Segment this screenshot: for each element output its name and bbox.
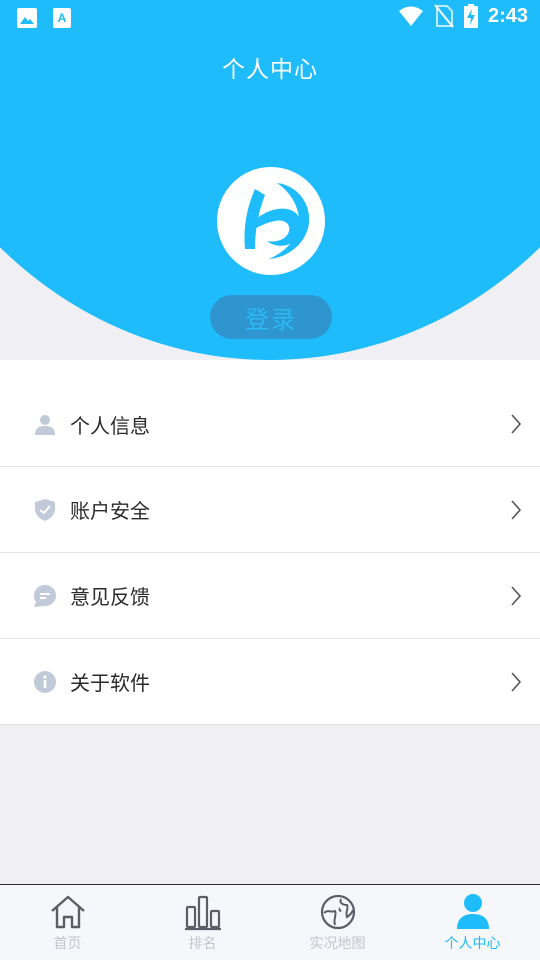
- menu-item-profile-info[interactable]: 个人信息: [0, 382, 540, 467]
- menu-item-label: 关于软件: [70, 671, 150, 695]
- tab-label: 首页: [53, 936, 82, 952]
- shield-icon: [35, 498, 55, 521]
- menu-item-label: 账户安全: [70, 499, 150, 523]
- info-icon: [34, 670, 56, 693]
- no-sim-icon: [434, 4, 454, 28]
- battery-charging-icon: [463, 4, 478, 28]
- wifi-icon: [398, 6, 423, 26]
- tab-label: 个人中心: [444, 936, 501, 952]
- chevron-right-icon: [511, 499, 522, 520]
- feedback-icon: [34, 584, 56, 607]
- login-button[interactable]: 登录: [210, 295, 332, 339]
- chevron-right-icon: [511, 585, 522, 606]
- svg-text:A: A: [58, 11, 67, 25]
- tab-live-map[interactable]: 实况地图: [270, 885, 405, 960]
- home-icon: [50, 895, 85, 929]
- tab-home[interactable]: 首页: [0, 885, 135, 960]
- menu-item-label: 意见反馈: [70, 585, 150, 609]
- text-notification-icon: A: [53, 8, 71, 28]
- app-logo-icon: [244, 183, 310, 259]
- settings-menu: 个人信息 账户安全 意见反馈 关于软件: [0, 382, 540, 725]
- bar-chart-icon: [184, 895, 221, 931]
- globe-icon: [320, 894, 355, 930]
- user-icon: [35, 415, 55, 435]
- app-logo: [217, 167, 325, 275]
- bottom-tab-bar: 首页 排名 实况地图 个人中心: [0, 884, 540, 960]
- chevron-right-icon: [511, 671, 522, 692]
- profile-header: A 2:43 个人中心 登录: [0, 0, 540, 360]
- menu-item-feedback[interactable]: 意见反馈: [0, 553, 540, 639]
- tab-label: 实况地图: [309, 936, 366, 952]
- menu-item-account-security[interactable]: 账户安全: [0, 467, 540, 553]
- tab-ranking[interactable]: 排名: [135, 885, 270, 960]
- tab-profile[interactable]: 个人中心: [405, 885, 540, 960]
- page-title: 个人中心: [222, 57, 318, 83]
- tab-label: 排名: [188, 936, 217, 952]
- status-bar: A 2:43: [0, 0, 540, 36]
- profile-icon: [456, 894, 489, 929]
- menu-item-about[interactable]: 关于软件: [0, 639, 540, 725]
- menu-item-label: 个人信息: [70, 413, 150, 438]
- clock-time: 2:43: [487, 4, 528, 27]
- chevron-right-icon: [511, 414, 522, 434]
- image-notification-icon: [17, 8, 37, 28]
